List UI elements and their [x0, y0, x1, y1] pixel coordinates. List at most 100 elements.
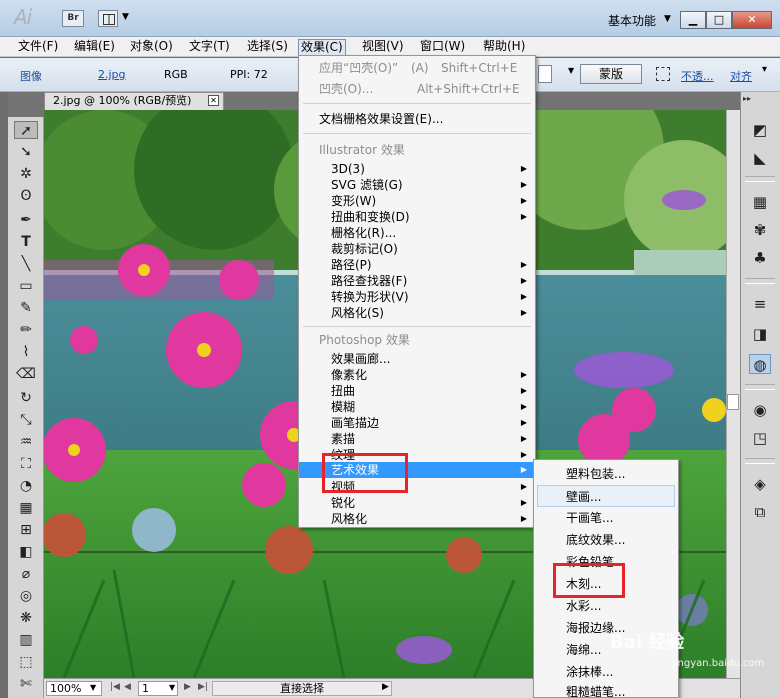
effect-distort-transform-item[interactable]: 扭曲和变换(D) ▶ [299, 209, 535, 225]
free-transform-tool-icon[interactable]: ⛶ [14, 455, 38, 473]
pencil-tool-icon[interactable]: ✏ [14, 321, 38, 339]
artboard-tool-icon[interactable]: ⬚ [14, 653, 38, 671]
effect-path-item[interactable]: 路径(P) ▶ [299, 257, 535, 273]
effect-warp-item[interactable]: 变形(W) ▶ [299, 193, 535, 209]
appearance-icon[interactable]: ◉ [749, 400, 771, 420]
line-tool-icon[interactable]: ╲ [14, 255, 38, 273]
effect-3d-item[interactable]: 3D(3) ▶ [299, 161, 535, 177]
embed-dropdown[interactable] [538, 65, 552, 83]
effect-sharpen-item[interactable]: 锐化 ▶ [299, 495, 535, 511]
menu-edit[interactable]: 编辑(E) [72, 39, 117, 56]
effect-gallery-item[interactable]: 效果画廊... [299, 351, 535, 367]
effect-rasterize-item[interactable]: 栅格化(R)... [299, 225, 535, 241]
document-tab[interactable]: 2.jpg @ 100% (RGB/预览) [44, 92, 224, 110]
last-artboard-icon[interactable]: ▶| [198, 682, 208, 692]
underpainting-item[interactable]: 底纹效果... [534, 529, 678, 551]
mesh-tool-icon[interactable]: ⊞ [14, 521, 38, 539]
brushes-icon[interactable]: ✾ [749, 220, 771, 240]
first-artboard-icon[interactable]: |◀ [110, 682, 120, 692]
warp-tool-icon[interactable]: ♒ [14, 433, 38, 451]
slice-tool-icon[interactable]: ✄ [14, 675, 38, 693]
align-link[interactable]: 对齐 [730, 68, 752, 84]
blend-tool-icon[interactable]: ◎ [14, 587, 38, 605]
artboards-icon[interactable]: ⧉ [749, 502, 771, 522]
symbol-sprayer-tool-icon[interactable]: ❋ [14, 609, 38, 627]
last-effect-item[interactable]: 凹壳(O)... Alt+Shift+Ctrl+E [299, 81, 535, 97]
menu-view[interactable]: 视图(V) [360, 39, 406, 56]
status-menu-icon[interactable]: ▶ [382, 682, 389, 692]
tab-close-icon[interactable]: ✕ [208, 95, 219, 106]
transform-icon[interactable] [656, 67, 670, 81]
minimize-button[interactable]: ▁ [680, 11, 706, 29]
workspace-switcher[interactable]: 基本功能 [608, 12, 656, 29]
lasso-tool-icon[interactable]: ʘ [14, 187, 38, 205]
maximize-button[interactable]: □ [706, 11, 732, 29]
gradient-panel-icon[interactable]: ◨ [749, 324, 771, 344]
menu-window[interactable]: 窗口(W) [418, 39, 467, 56]
effect-crop-marks-item[interactable]: 裁剪标记(O) [299, 241, 535, 257]
chevron-down-icon[interactable]: ▼ [122, 12, 129, 22]
type-tool-icon[interactable]: T [14, 233, 38, 251]
stroke-icon[interactable]: ≡ [749, 294, 771, 314]
next-artboard-icon[interactable]: ▶ [184, 682, 191, 692]
effect-pathfinder-item[interactable]: 路径查找器(F) ▶ [299, 273, 535, 289]
swatches-icon[interactable]: ▦ [749, 192, 771, 212]
effect-svg-filter-item[interactable]: SVG 滤镜(G) ▶ [299, 177, 535, 193]
color-panel-icon[interactable]: ◩ [749, 120, 771, 140]
zoom-chevron-icon[interactable]: ▼ [90, 683, 96, 692]
pen-tool-icon[interactable]: ✒ [14, 211, 38, 229]
collapse-panels-icon[interactable]: ▸▸ [743, 94, 751, 103]
watercolor-item[interactable]: 水彩... [534, 595, 678, 617]
smudge-stick-item[interactable]: 涂抹棒... [534, 661, 678, 683]
shape-builder-tool-icon[interactable]: ◔ [14, 477, 38, 495]
effect-sketch-item[interactable]: 素描 ▶ [299, 431, 535, 447]
close-button[interactable]: ✕ [732, 11, 772, 29]
menu-effect[interactable]: 效果(C) [298, 39, 346, 56]
graphic-styles-icon[interactable]: ◳ [749, 428, 771, 448]
scrollbar-thumb[interactable] [727, 394, 739, 410]
panel-menu-icon[interactable]: ▾ [762, 64, 767, 75]
perspective-grid-tool-icon[interactable]: ▦ [14, 499, 38, 517]
effect-stylize-ps-item[interactable]: 风格化 ▶ [299, 511, 535, 527]
chevron-down-icon[interactable]: ▼ [568, 66, 574, 75]
direct-selection-tool-icon[interactable]: ➘ [14, 143, 38, 161]
effect-blur-item[interactable]: 模糊 ▶ [299, 399, 535, 415]
fresco-item[interactable]: 壁画... [537, 485, 675, 507]
bridge-button[interactable]: Br [62, 10, 84, 27]
raster-settings-item[interactable]: 文档栅格效果设置(E)... [299, 111, 535, 127]
rough-pastels-item[interactable]: 粗糙蜡笔... [534, 683, 678, 697]
blob-brush-tool-icon[interactable]: ⌇ [14, 343, 38, 361]
rotate-tool-icon[interactable]: ↻ [14, 389, 38, 407]
current-tool-status[interactable]: 直接选择 [212, 681, 392, 696]
effect-convert-shape-item[interactable]: 转换为形状(V) ▶ [299, 289, 535, 305]
previous-artboard-icon[interactable]: ◀ [124, 682, 131, 692]
effect-stylize-ai-item[interactable]: 风格化(S) ▶ [299, 305, 535, 321]
layers-icon[interactable]: ◈ [749, 474, 771, 494]
artboard-chevron-icon[interactable]: ▼ [169, 683, 175, 692]
menu-type[interactable]: 文字(T) [187, 39, 232, 56]
scale-tool-icon[interactable]: ⤡ [14, 411, 38, 429]
workspace-chevron-icon[interactable]: ▼ [664, 14, 671, 24]
gradient-tool-icon[interactable]: ◧ [14, 543, 38, 561]
dry-brush-item[interactable]: 干画笔... [534, 507, 678, 529]
paintbrush-tool-icon[interactable]: ✎ [14, 299, 38, 317]
menu-select[interactable]: 选择(S) [245, 39, 290, 56]
eraser-tool-icon[interactable]: ⌫ [14, 365, 38, 383]
plastic-wrap-item[interactable]: 塑料包装... [534, 463, 678, 485]
symbols-icon[interactable]: ♣ [749, 248, 771, 268]
color-guide-icon[interactable]: ◣ [749, 148, 771, 168]
apply-last-effect-item[interactable]: 应用“凹壳(O)” (A) Shift+Ctrl+E [299, 60, 535, 76]
magic-wand-tool-icon[interactable]: ✲ [14, 165, 38, 183]
menu-file[interactable]: 文件(F) [16, 39, 60, 56]
effect-pixelate-item[interactable]: 像素化 ▶ [299, 367, 535, 383]
eyedropper-tool-icon[interactable]: ⌀ [14, 565, 38, 583]
mask-button[interactable]: 蒙版 [580, 64, 642, 84]
filename-link[interactable]: 2.jpg [98, 68, 126, 81]
rectangle-tool-icon[interactable]: ▭ [14, 277, 38, 295]
transparency-icon[interactable]: ◍ [749, 354, 771, 374]
menu-help[interactable]: 帮助(H) [481, 39, 527, 56]
graph-tool-icon[interactable]: ▥ [14, 631, 38, 649]
selection-tool-icon[interactable]: ➚ [14, 121, 38, 139]
effect-brush-strokes-item[interactable]: 画笔描边 ▶ [299, 415, 535, 431]
effect-distort-item[interactable]: 扭曲 ▶ [299, 383, 535, 399]
